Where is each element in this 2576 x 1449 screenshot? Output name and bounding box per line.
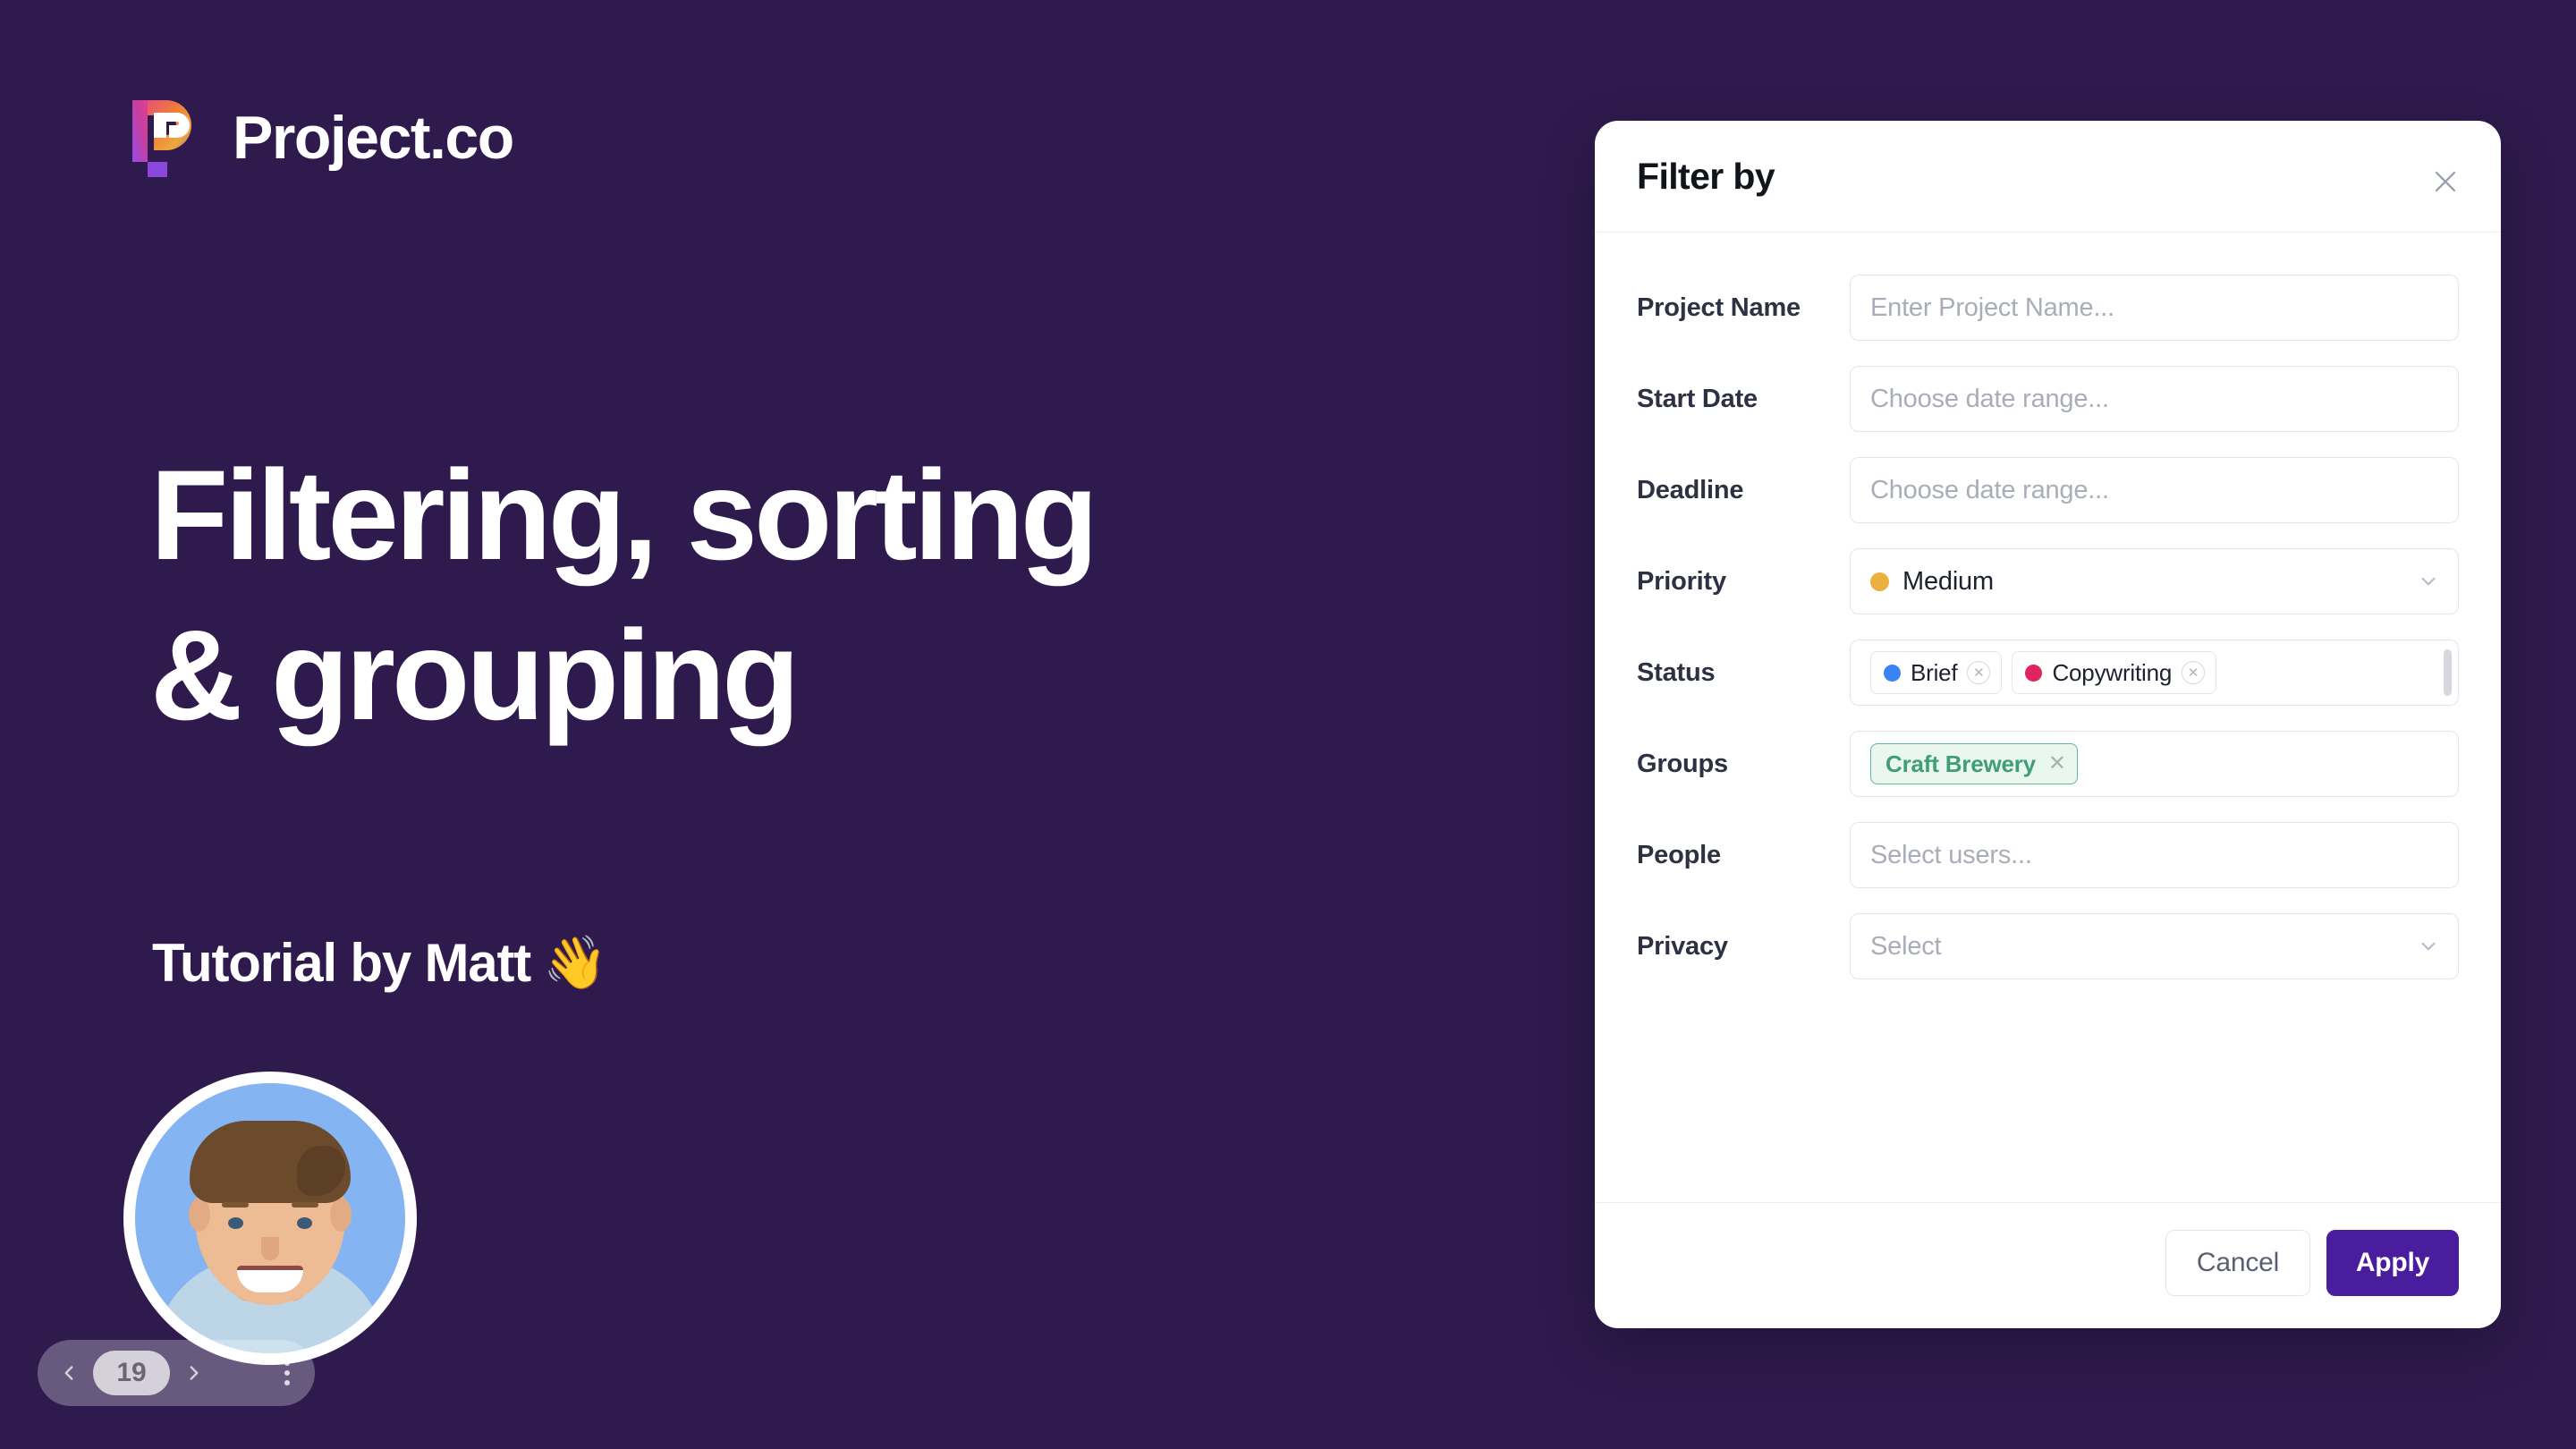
start-date-input[interactable]: Choose date range... (1850, 366, 2459, 432)
people-placeholder: Select users... (1870, 840, 2032, 869)
label-people: People (1637, 840, 1721, 869)
label-deadline: Deadline (1637, 475, 1744, 504)
label-groups: Groups (1637, 749, 1728, 778)
brand-lockup: Project.co (127, 97, 514, 179)
field-status: Status Brief ✕ Copywriting ✕ (1637, 633, 2459, 712)
groups-chip-list: Craft Brewery ✕ (1870, 743, 2079, 784)
privacy-placeholder: Select (1870, 931, 1942, 961)
filter-panel-header: Filter by (1595, 121, 2501, 233)
circle-x-icon[interactable]: ✕ (2182, 661, 2206, 684)
headline-line-2: & grouping (150, 605, 800, 747)
chevron-right-icon[interactable] (175, 1354, 213, 1392)
slide-canvas: Project.co Filtering, sorting & grouping… (0, 0, 2576, 1449)
filter-panel: Filter by Project Name Enter Project Nam… (1595, 121, 2501, 1328)
priority-select[interactable]: Medium (1850, 548, 2459, 614)
field-privacy: Privacy Select (1637, 907, 2459, 986)
status-chip[interactable]: Brief ✕ (1870, 651, 2003, 694)
apply-button[interactable]: Apply (2326, 1230, 2459, 1296)
label-priority: Priority (1637, 566, 1726, 596)
waving-hand-icon: 👋 (543, 933, 607, 992)
field-groups: Groups Craft Brewery ✕ (1637, 724, 2459, 803)
subtitle-text: Tutorial by Matt (152, 933, 531, 993)
brand-name: Project.co (233, 104, 514, 172)
label-status: Status (1637, 657, 1716, 687)
field-project-name: Project Name Enter Project Name... (1637, 268, 2459, 347)
filter-panel-footer: Cancel Apply (1595, 1202, 2501, 1328)
x-icon[interactable]: ✕ (2048, 753, 2066, 775)
group-chip-label: Craft Brewery (1885, 750, 2036, 777)
privacy-select[interactable]: Select (1850, 913, 2459, 979)
more-vertical-icon[interactable] (272, 1354, 302, 1392)
label-privacy: Privacy (1637, 931, 1728, 961)
status-chip-label: Brief (1911, 658, 1958, 686)
deadline-placeholder: Choose date range... (1870, 475, 2109, 504)
field-deadline: Deadline Choose date range... (1637, 451, 2459, 530)
project-co-p-mark-icon (127, 97, 209, 179)
pagination-pill[interactable]: 19 (38, 1340, 315, 1406)
avatar (123, 1072, 417, 1365)
project-name-placeholder: Enter Project Name... (1870, 292, 2115, 322)
page-title: Filtering, sorting & grouping (150, 452, 1546, 740)
chevron-left-icon[interactable] (50, 1354, 88, 1392)
priority-value: Medium (1902, 566, 1994, 596)
priority-color-dot (1870, 572, 1889, 591)
start-date-placeholder: Choose date range... (1870, 384, 2109, 413)
subtitle: Tutorial by Matt 👋 (152, 932, 607, 994)
project-name-input[interactable]: Enter Project Name... (1850, 275, 2459, 341)
chevron-down-icon[interactable] (2417, 935, 2440, 958)
label-start-date: Start Date (1637, 384, 1758, 413)
label-project-name: Project Name (1637, 292, 1801, 322)
status-chip-list: Brief ✕ Copywriting ✕ (1870, 651, 2217, 694)
group-chip[interactable]: Craft Brewery ✕ (1870, 743, 2079, 784)
filter-panel-body: Project Name Enter Project Name... Start… (1595, 233, 2501, 1202)
filter-panel-title: Filter by (1637, 155, 1775, 197)
avatar-photo (135, 1083, 405, 1353)
people-select[interactable]: Select users... (1850, 822, 2459, 888)
field-start-date: Start Date Choose date range... (1637, 360, 2459, 438)
field-priority: Priority Medium (1637, 542, 2459, 621)
chevron-down-icon[interactable] (2417, 570, 2440, 593)
page-number-badge[interactable]: 19 (93, 1351, 170, 1395)
status-scrollbar[interactable] (2444, 649, 2452, 696)
headline-line-1: Filtering, sorting (150, 445, 1098, 587)
status-chip[interactable]: Copywriting ✕ (2012, 651, 2217, 694)
close-icon[interactable] (2426, 162, 2465, 201)
status-chip-label: Copywriting (2052, 658, 2173, 686)
groups-multiselect[interactable]: Craft Brewery ✕ (1850, 731, 2459, 797)
circle-x-icon[interactable]: ✕ (1967, 661, 1991, 684)
status-color-dot (1884, 664, 1901, 682)
field-people: People Select users... (1637, 816, 2459, 894)
deadline-input[interactable]: Choose date range... (1850, 457, 2459, 523)
status-multiselect[interactable]: Brief ✕ Copywriting ✕ (1850, 640, 2459, 706)
cancel-button[interactable]: Cancel (2165, 1230, 2310, 1296)
status-color-dot (2025, 664, 2043, 682)
